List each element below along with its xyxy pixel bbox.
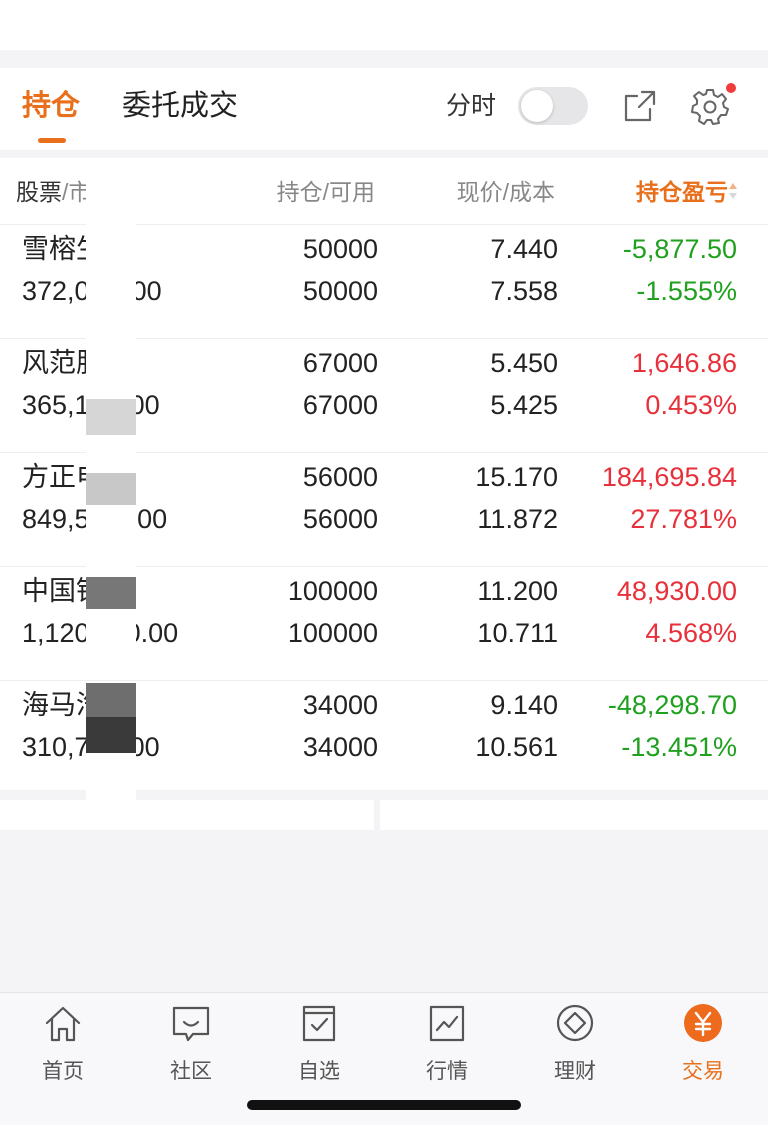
nav-home[interactable]: 首页 (13, 1003, 113, 1093)
holding-qty: 56000 (302, 462, 378, 492)
available-qty: 34000 (302, 732, 378, 762)
current-price: 7.440 (490, 234, 558, 264)
holdings-table: 股票/市值 持仓/可用 现价/成本 持仓盈亏 雪榕生 372,000 50000… (0, 158, 768, 828)
holding-qty: 34000 (302, 690, 378, 720)
wealth-icon (556, 1004, 594, 1042)
current-price: 11.200 (477, 576, 558, 606)
holding-qty: 67000 (302, 348, 378, 378)
notification-dot (726, 83, 736, 93)
available-qty: 56000 (302, 504, 378, 534)
available-qty: 50000 (302, 276, 378, 306)
pnl-amount: -5,877.50 (622, 234, 737, 264)
gear-icon[interactable] (690, 86, 730, 126)
pnl-amount: -48,298.70 (607, 690, 737, 720)
privacy-mosaic (86, 158, 136, 838)
fenshi-label: 分时 (446, 92, 497, 120)
header-price: 现价/成本 (456, 179, 555, 205)
trade-icon (684, 1004, 722, 1042)
nav-watchlist[interactable]: 自选 (269, 1003, 369, 1093)
header-position: 持仓/可用 (276, 179, 375, 205)
nav-market[interactable]: 行情 (397, 1003, 497, 1093)
pnl-amount: 48,930.00 (616, 576, 737, 606)
watchlist-icon (302, 1005, 336, 1042)
current-price: 9.140 (490, 690, 558, 720)
current-price: 15.170 (475, 462, 558, 492)
cost-price: 7.558 (490, 276, 558, 306)
tab-bar: 持仓 委托成交 分时 (0, 68, 768, 150)
cost-price: 5.425 (490, 390, 558, 420)
pnl-percent: 0.453% (645, 390, 737, 420)
nav-community[interactable]: 社区 (141, 1003, 241, 1093)
pnl-percent: -13.451% (621, 732, 737, 762)
pnl-percent: 27.781% (630, 504, 737, 534)
tab-orders[interactable]: 委托成交 (122, 88, 238, 124)
holding-qty: 50000 (302, 234, 378, 264)
community-icon (172, 1006, 210, 1042)
cost-price: 10.561 (475, 732, 558, 762)
home-indicator (247, 1100, 521, 1110)
market-icon (429, 1005, 465, 1042)
toggle-knob (521, 90, 553, 122)
status-bar (0, 0, 768, 50)
nav-trade[interactable]: 交易 (653, 1003, 753, 1093)
pnl-percent: -1.555% (636, 276, 737, 306)
nav-wealth[interactable]: 理财 (525, 1003, 625, 1093)
cost-price: 10.711 (477, 618, 558, 648)
header-pnl[interactable]: 持仓盈亏 (636, 178, 728, 206)
tab-active-indicator (38, 138, 66, 143)
available-qty: 67000 (302, 390, 378, 420)
fenshi-toggle[interactable] (518, 87, 588, 125)
pnl-amount: 184,695.84 (601, 462, 737, 492)
pnl-amount: 1,646.86 (631, 348, 737, 378)
cost-price: 11.872 (477, 504, 558, 534)
tab-holdings[interactable]: 持仓 (22, 88, 80, 124)
home-icon (45, 1006, 81, 1042)
available-qty: 100000 (287, 618, 378, 648)
share-icon[interactable] (622, 88, 658, 124)
pnl-percent: 4.568% (645, 618, 737, 648)
holding-qty: 100000 (287, 576, 378, 606)
sort-icon[interactable] (728, 181, 738, 201)
current-price: 5.450 (490, 348, 558, 378)
